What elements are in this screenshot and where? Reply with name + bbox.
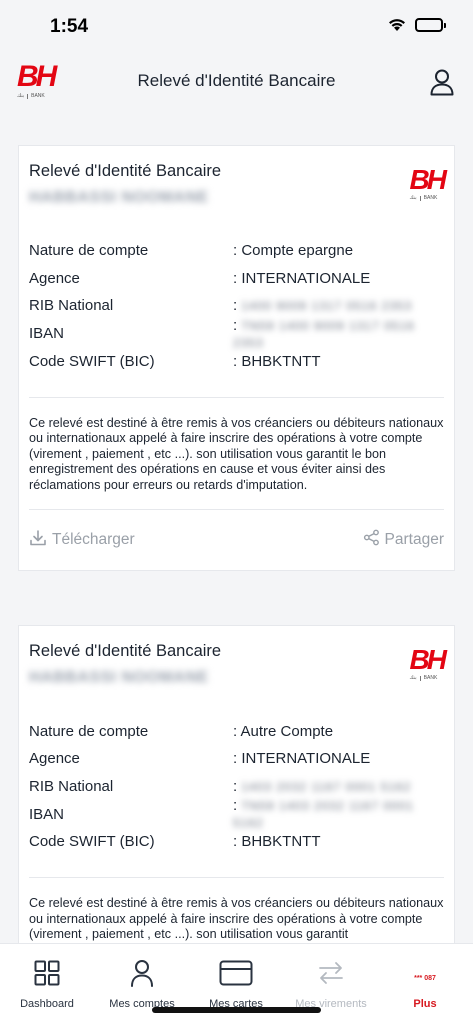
field-label: Nature de compte	[29, 722, 149, 740]
rib-card: Relevé d'Identité Bancaire HABBASSI NOOM…	[18, 625, 455, 960]
logo-subtitle: بنك BANK	[17, 93, 45, 99]
field-label: RIB National	[29, 297, 114, 315]
field-value: : TN59 1403 2032 1167 0001 5162	[233, 797, 414, 831]
bh-bank-logo: BH بنك BANK	[409, 164, 447, 202]
account-holder-name: HABBASSI NOOMANE	[29, 189, 209, 206]
field-row: Agence : INTERNATIONALE	[29, 745, 444, 773]
card-title: Relevé d'Identité Bancaire	[29, 162, 222, 180]
field-row: Agence : INTERNATIONALE	[29, 265, 444, 293]
logo-mark: BH	[409, 644, 447, 676]
rib-fields: Nature de compte : Compte epargne Agence…	[29, 237, 444, 375]
logo-subtitle: بنك BANK	[409, 195, 438, 201]
battery-icon	[415, 17, 446, 32]
rib-masked-value: 1403 2032 1167 0001 5162	[241, 779, 412, 794]
card-title: Relevé d'Identité Bancaire	[29, 642, 222, 661]
logo-mark: BH	[409, 164, 447, 195]
field-value: : Autre Compte	[233, 722, 334, 740]
rib-list: Relevé d'Identité Bancaire HABBASSI NOOM…	[18, 145, 455, 960]
field-label: Code SWIFT (BIC)	[29, 833, 155, 851]
nav-dashboard[interactable]: Dashboard	[0, 958, 94, 1010]
nav-mes-virements[interactable]: Mes virements	[284, 958, 378, 1010]
logo-subtitle: بنك BANK	[409, 675, 438, 682]
nav-mes-cartes[interactable]: Mes cartes	[189, 958, 283, 1010]
download-button[interactable]: Télécharger	[29, 529, 135, 552]
field-row: IBAN : TN59 1403 2032 1167 0001 5162	[29, 797, 444, 831]
rib-masked-value: 1400 9009 1317 0516 2353	[241, 299, 413, 314]
field-value: : BHBKTNTT	[233, 833, 321, 851]
home-indicator	[152, 1007, 321, 1013]
field-row: Nature de compte : Autre Compte	[29, 717, 444, 745]
dashboard-grid-icon	[34, 958, 60, 988]
transfer-arrows-icon	[318, 958, 344, 988]
nav-label: Plus	[413, 998, 437, 1010]
rib-notice: Ce relevé est destiné à être remis à vos…	[29, 415, 444, 492]
nav-plus[interactable]: *** 087 Plus	[378, 958, 472, 1011]
app-header: BH بنك BANK Relevé d'Identité Bancaire	[0, 52, 473, 112]
plus-badge: *** 087	[414, 974, 436, 982]
share-label: Partager	[384, 531, 444, 549]
field-label: IBAN	[29, 805, 65, 823]
field-value: : 1400 9009 1317 0516 2353	[233, 297, 413, 315]
field-value: : BHBKTNTT	[233, 352, 321, 370]
rib-card: Relevé d'Identité Bancaire HABBASSI NOOM…	[18, 145, 455, 572]
field-label: IBAN	[29, 325, 65, 343]
card-actions: Télécharger Partager	[29, 510, 444, 570]
field-label: Nature de compte	[29, 242, 149, 260]
page-title: Relevé d'Identité Bancaire	[137, 71, 336, 90]
field-label: Agence	[29, 750, 80, 768]
share-button[interactable]: Partager	[363, 529, 444, 551]
field-row: Nature de compte : Compte epargne	[29, 237, 444, 265]
status-bar: 1:54	[0, 0, 473, 52]
field-value: : Compte epargne	[233, 242, 354, 260]
account-holder-name: HABBASSI NOOMANE	[29, 669, 209, 687]
field-value: : INTERNATIONALE	[233, 750, 371, 768]
download-icon	[29, 529, 47, 552]
field-label: Code SWIFT (BIC)	[29, 352, 155, 370]
field-row: IBAN : TN59 1400 9009 1317 0516 2353	[29, 316, 444, 350]
field-value: : 1403 2032 1167 0001 5162	[233, 777, 412, 795]
rib-fields: Nature de compte : Autre Compte Agence :…	[29, 717, 444, 855]
field-row: Code SWIFT (BIC) : BHBKTNTT	[29, 347, 444, 375]
field-value: : TN59 1400 9009 1317 0516 2353	[233, 316, 415, 350]
nav-label: Dashboard	[20, 998, 74, 1010]
share-icon	[363, 529, 380, 551]
field-value: : INTERNATIONALE	[233, 269, 371, 287]
status-icons	[387, 17, 446, 32]
iban-masked-value: TN59 1403 2032 1167 0001 5162	[233, 799, 414, 831]
bh-bank-logo: BH بنك BANK	[409, 644, 447, 682]
nav-mes-comptes[interactable]: Mes comptes	[95, 958, 189, 1010]
download-label: Télécharger	[52, 531, 135, 549]
field-row: Code SWIFT (BIC) : BHBKTNTT	[29, 828, 444, 856]
card-icon	[219, 958, 253, 988]
wifi-icon	[387, 17, 407, 32]
field-label: Agence	[29, 269, 80, 287]
more-icon: *** 087	[414, 958, 436, 988]
profile-icon[interactable]	[429, 68, 455, 96]
status-time: 1:54	[50, 16, 89, 37]
user-icon	[130, 958, 154, 988]
iban-masked-value: TN59 1400 9009 1317 0516 2353	[233, 318, 415, 350]
field-label: RIB National	[29, 777, 114, 795]
